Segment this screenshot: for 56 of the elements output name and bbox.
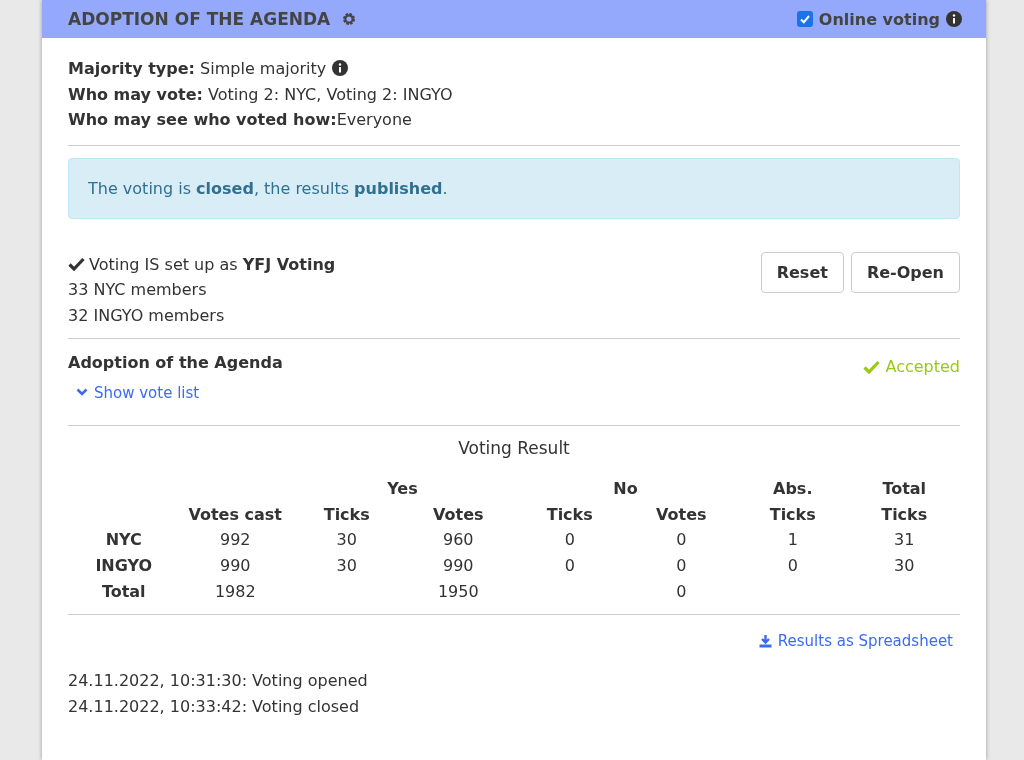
results-title: Voting Result	[458, 437, 570, 458]
check-icon	[863, 359, 881, 374]
column-header: Votes	[656, 504, 707, 524]
column-header: Votes	[433, 504, 484, 524]
motion-title: Adoption of the Agenda	[68, 353, 283, 372]
check-icon	[68, 257, 85, 272]
info-line: Who may see who voted how:Everyone	[68, 110, 412, 129]
table-cell: 0	[676, 556, 687, 576]
table-cell: 31	[894, 530, 915, 550]
setup-status: Voting IS set up as YFJ Voting	[89, 253, 336, 276]
table-cell: 1	[787, 530, 798, 550]
table-cell: 1982	[214, 582, 256, 602]
info-line: Majority type: Simple majority	[68, 59, 327, 78]
settings-icon[interactable]	[342, 12, 357, 26]
column-header: Votes cast	[188, 504, 282, 524]
column-group-header: Yes	[387, 478, 418, 498]
table-cell: 992	[219, 530, 251, 550]
log-entry: 24.11.2022, 10:33:42: Voting closed	[68, 697, 360, 716]
online-voting-checkbox[interactable]	[796, 11, 813, 27]
table-cell: 0	[564, 556, 575, 576]
table-cell: 0	[564, 530, 575, 550]
info-icon	[946, 11, 962, 27]
download-icon	[758, 634, 772, 649]
column-header: Ticks	[323, 504, 370, 524]
alert-message: The voting is closed, the results published.	[88, 178, 448, 198]
show-vote-list-link[interactable]: Show vote list	[76, 383, 200, 402]
column-group-header: No	[613, 478, 638, 498]
column-header: Ticks	[769, 504, 816, 524]
table-cell: 990	[442, 556, 474, 576]
member-count: 33 NYC members	[68, 280, 207, 299]
table-cell: 990	[219, 556, 251, 576]
table-cell: 30	[336, 530, 357, 550]
column-header: Ticks	[881, 504, 928, 524]
result-status: Accepted	[885, 357, 960, 376]
chevron-down-icon	[76, 388, 88, 397]
action-button[interactable]: Reset	[760, 251, 844, 293]
row-header: INGYO	[95, 556, 153, 576]
row-header: NYC	[105, 530, 142, 550]
online-voting-label: Online voting	[818, 9, 940, 29]
table-cell: 0	[676, 530, 687, 550]
column-group-header: Total	[882, 478, 927, 498]
table-cell: 0	[676, 582, 687, 602]
column-group-header: Abs.	[773, 478, 813, 498]
member-count: 32 INGYO members	[68, 305, 225, 325]
download-link[interactable]: Results as Spreadsheet	[758, 632, 953, 651]
table-cell: 960	[442, 530, 474, 550]
info-line: Who may vote: Voting 2: NYC, Voting 2: INGYO	[68, 84, 453, 104]
table-cell: 1950	[437, 582, 479, 602]
row-header: Total	[101, 582, 146, 602]
log-entry: 24.11.2022, 10:31:30: Voting opened	[68, 671, 368, 691]
column-header: Ticks	[546, 504, 593, 524]
table-cell: 30	[336, 556, 357, 576]
table-cell: 0	[787, 556, 798, 576]
action-button[interactable]: Re-Open	[850, 251, 960, 293]
table-cell: 30	[894, 556, 915, 576]
panel-title: ADOPTION OF THE AGENDA	[68, 9, 331, 29]
